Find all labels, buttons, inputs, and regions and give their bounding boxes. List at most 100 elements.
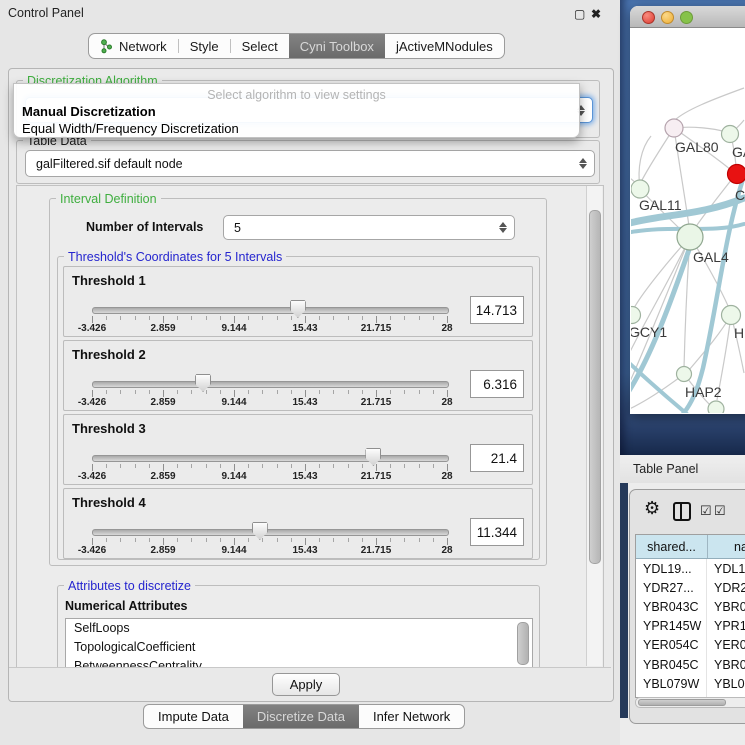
cell-shared-name[interactable]: YER054C	[636, 636, 707, 655]
slider-minor-tick	[433, 316, 434, 320]
slider-thumb[interactable]	[290, 300, 306, 318]
slider-track[interactable]	[92, 455, 449, 462]
zoom-traffic-light-icon[interactable]	[680, 11, 693, 24]
numerical-attributes-list[interactable]: SelfLoopsTopologicalCoefficientBetweenne…	[65, 618, 533, 669]
apply-button[interactable]: Apply	[272, 673, 340, 696]
tab-cyni-toolbox[interactable]: Cyni Toolbox	[289, 34, 385, 58]
column-header-name[interactable]: na	[708, 535, 745, 558]
cell-shared-name[interactable]: YBR045C	[636, 655, 707, 674]
checkbox-icon[interactable]: ☑	[714, 503, 726, 519]
cell-shared-name[interactable]: YDR27...	[636, 578, 707, 597]
table-panel-titlebar[interactable]: Table Panel	[620, 455, 745, 484]
cell-name[interactable]: YBR0	[707, 655, 745, 674]
table-row[interactable]: YBL079WYBL0	[636, 674, 745, 693]
table-panel-edge	[620, 483, 628, 718]
table-row[interactable]: YBR045CYBR0	[636, 655, 745, 674]
cell-shared-name[interactable]: YDL19...	[636, 559, 707, 578]
attributes-group-title: Attributes to discretize	[64, 579, 195, 593]
cell-name[interactable]: YDR2	[707, 578, 745, 597]
slider-minor-tick	[348, 316, 349, 320]
tab-network[interactable]: Network	[89, 34, 178, 58]
slider-minor-tick	[120, 464, 121, 468]
network-node[interactable]	[677, 224, 703, 250]
attribute-list-item[interactable]: TopologicalCoefficient	[66, 638, 532, 657]
slider-minor-tick	[206, 316, 207, 320]
slider-thumb[interactable]	[365, 448, 381, 466]
tab-jactivemnodules[interactable]: jActiveMNodules	[385, 34, 504, 58]
minimize-traffic-light-icon[interactable]	[661, 11, 674, 24]
network-edge[interactable]	[675, 88, 744, 120]
network-node[interactable]	[631, 180, 649, 198]
threshold-value-field[interactable]: 21.4	[470, 444, 524, 472]
num-intervals-combobox[interactable]: 5	[223, 215, 515, 240]
table-row[interactable]: YPR145WYPR1	[636, 617, 745, 636]
float-window-icon[interactable]: ▢	[574, 7, 585, 21]
table-row[interactable]: YER054CYER0	[636, 636, 745, 655]
network-node[interactable]	[728, 165, 745, 184]
table-data-value: galFiltered.sif default node	[26, 157, 576, 171]
tab-discretize-data[interactable]: Discretize Data	[243, 705, 359, 728]
network-node[interactable]	[677, 367, 692, 382]
cell-name[interactable]: YER0	[707, 636, 745, 655]
gear-icon[interactable]: ⚙	[644, 498, 660, 519]
cell-shared-name[interactable]: YPR145W	[636, 617, 707, 636]
attribute-list-item[interactable]: SelfLoops	[66, 619, 532, 638]
threshold-label: Threshold 4	[72, 495, 146, 510]
tab-discretize-data-label: Discretize Data	[257, 709, 345, 724]
threshold-value-field[interactable]: 14.713	[470, 296, 524, 324]
cell-shared-name[interactable]: YBL079W	[636, 674, 707, 693]
tab-style[interactable]: Style	[179, 34, 230, 58]
slider-track[interactable]	[92, 529, 449, 536]
checkbox-icon[interactable]: ☑	[700, 503, 712, 519]
slider-major-tick	[92, 390, 93, 397]
combo-arrows-icon	[576, 158, 590, 169]
table-data-combobox[interactable]: galFiltered.sif default node	[25, 150, 595, 177]
axis-tick-label: 15.43	[292, 471, 317, 482]
slider-minor-tick	[120, 538, 121, 542]
network-window-titlebar[interactable]	[630, 6, 745, 28]
column-header-shared-name[interactable]: shared...	[636, 535, 708, 558]
slider-track[interactable]	[92, 307, 449, 314]
network-node[interactable]	[708, 401, 724, 413]
tab-select[interactable]: Select	[231, 34, 289, 58]
slider-minor-tick	[248, 390, 249, 394]
split-view-icon[interactable]	[673, 502, 691, 521]
cell-name[interactable]: YDL1	[707, 559, 745, 578]
tab-infer-network[interactable]: Infer Network	[359, 705, 464, 728]
cell-name[interactable]: YBR0	[707, 597, 745, 616]
network-canvas[interactable]: GAL80GACGAL11GAL4GCY1HHAP2	[631, 28, 745, 413]
close-icon[interactable]: ✖	[591, 7, 601, 21]
panel-scrollbar-thumb[interactable]	[589, 210, 601, 564]
slider-minor-tick	[248, 316, 249, 320]
network-node[interactable]	[722, 126, 739, 143]
table-row[interactable]: YDL19...YDL1	[636, 559, 745, 578]
threshold-value-field[interactable]: 6.316	[470, 370, 524, 398]
network-window[interactable]: GAL80GACGAL11GAL4GCY1HHAP2	[630, 6, 745, 414]
cell-shared-name[interactable]: YBR043C	[636, 597, 707, 616]
slider-track[interactable]	[92, 381, 449, 388]
network-node[interactable]	[665, 119, 683, 137]
slider-thumb[interactable]	[195, 374, 211, 392]
table-row[interactable]: YBR043CYBR0	[636, 597, 745, 616]
horizontal-scrollbar-thumb[interactable]	[638, 699, 726, 706]
slider-thumb[interactable]	[252, 522, 268, 540]
algorithm-option-manual[interactable]: Manual Discretization	[22, 104, 156, 119]
slider-minor-tick	[191, 316, 192, 320]
slider-minor-tick	[348, 464, 349, 468]
threshold-value-field[interactable]: 11.344	[470, 518, 524, 546]
slider-minor-tick	[220, 538, 221, 542]
horizontal-scrollbar-track[interactable]	[635, 697, 745, 708]
tab-impute-data[interactable]: Impute Data	[144, 705, 243, 728]
axis-tick-label: 28	[441, 323, 452, 334]
axis-tick-label: 9.144	[221, 397, 246, 408]
table-row[interactable]: YDR27...YDR2	[636, 578, 745, 597]
close-traffic-light-icon[interactable]	[642, 11, 655, 24]
cell-name[interactable]: YPR1	[707, 617, 745, 636]
network-node[interactable]	[631, 307, 641, 324]
list-scrollbar[interactable]	[517, 622, 529, 665]
slider-minor-tick	[106, 390, 107, 394]
network-node[interactable]	[722, 306, 741, 325]
threshold-panel-3: Threshold 3-3.4262.8599.14415.4321.71528…	[63, 414, 533, 485]
cell-name[interactable]: YBL0	[707, 674, 745, 693]
algorithm-option-equal-width[interactable]: Equal Width/Frequency Discretization	[22, 121, 239, 136]
